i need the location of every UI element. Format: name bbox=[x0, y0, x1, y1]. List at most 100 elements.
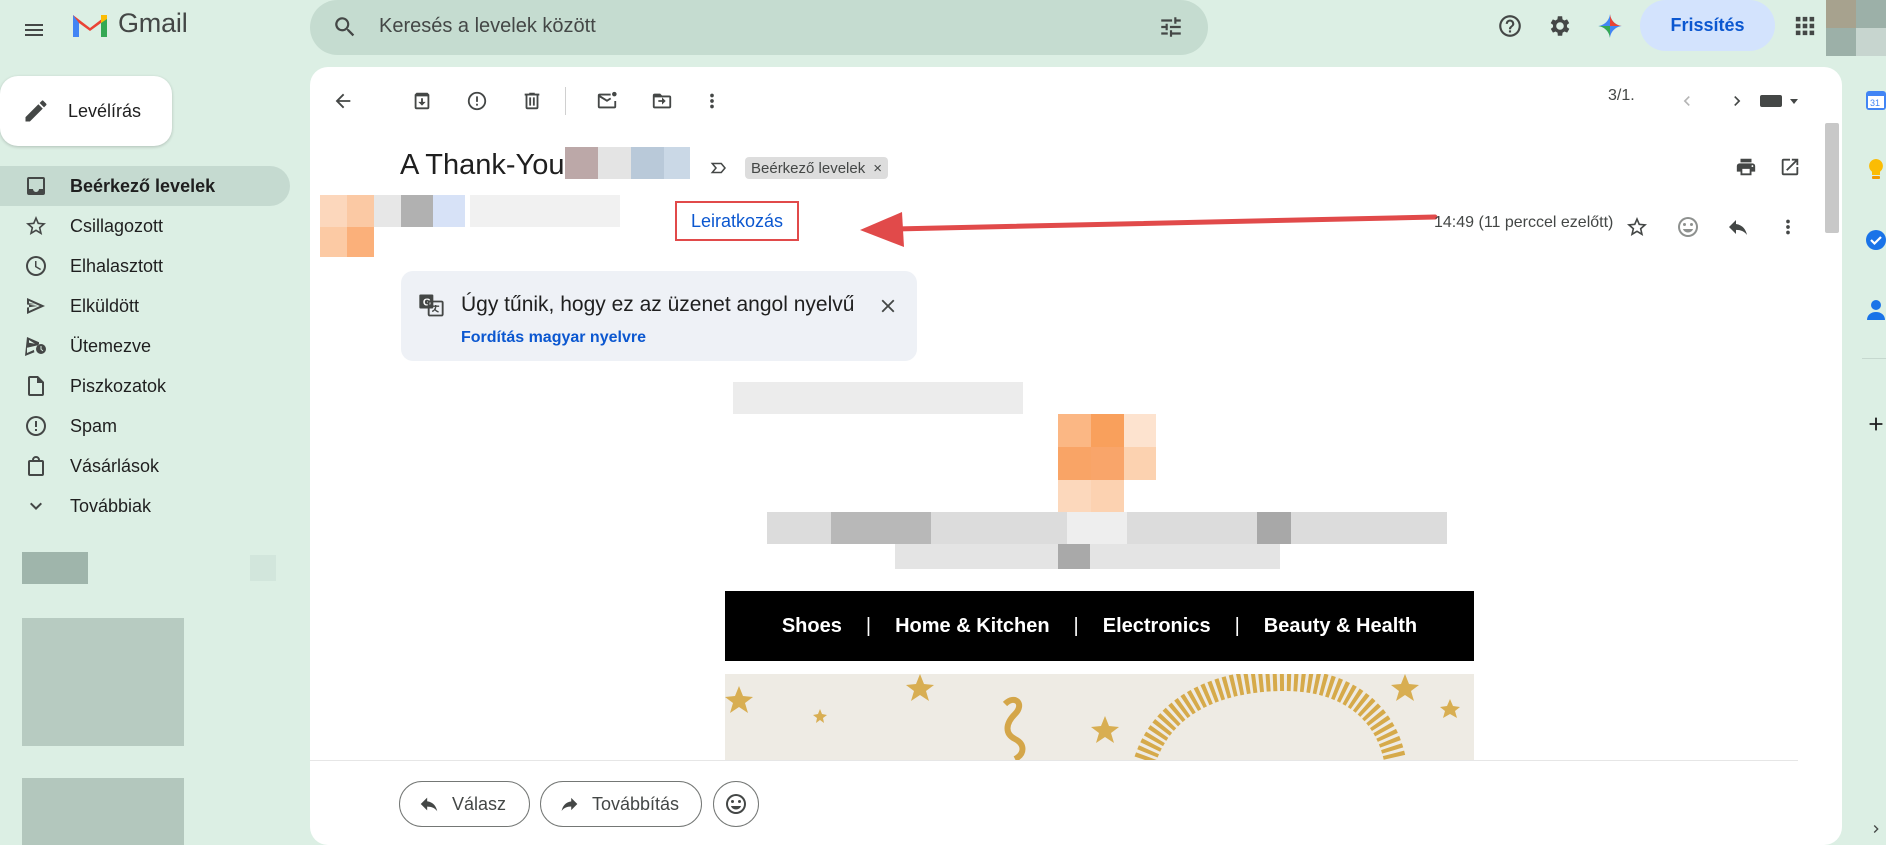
search-input[interactable]: Keresés a levelek között bbox=[379, 15, 596, 38]
avatar[interactable] bbox=[1826, 0, 1886, 56]
sidebar-item-starred[interactable]: Csillagozott bbox=[0, 206, 290, 246]
sidebar-item-label: Spam bbox=[70, 415, 118, 436]
gmail-logo[interactable]: Gmail bbox=[70, 8, 188, 39]
add-addon-icon[interactable] bbox=[1862, 410, 1886, 438]
compose-button[interactable]: Levélírás bbox=[0, 76, 172, 146]
sidebar-item-spam[interactable]: Spam bbox=[0, 406, 290, 446]
send-icon bbox=[24, 294, 48, 318]
mark-unread-icon[interactable] bbox=[587, 81, 627, 121]
search-icon[interactable] bbox=[328, 10, 362, 44]
sidebar-item-snoozed[interactable]: Elhalasztott bbox=[0, 246, 290, 286]
sidebar-item-inbox[interactable]: Beérkező levelek bbox=[0, 166, 290, 206]
rail-divider bbox=[1862, 358, 1886, 359]
print-icon[interactable] bbox=[1726, 147, 1766, 187]
unsubscribe-link[interactable]: Leiratkozás bbox=[691, 211, 783, 232]
redacted-email-header bbox=[733, 382, 1023, 414]
gold-stars-image bbox=[725, 674, 1460, 760]
message-time: 14:49 (11 perccel ezelőtt) bbox=[1434, 214, 1614, 231]
trash-icon[interactable] bbox=[512, 81, 552, 121]
category-electronics-link[interactable]: Electronics bbox=[1093, 615, 1221, 638]
translate-icon: G bbox=[417, 291, 445, 319]
gear-icon[interactable] bbox=[1540, 6, 1580, 46]
forward-label: Továbbítás bbox=[591, 793, 679, 814]
inbox-icon bbox=[24, 174, 48, 198]
search-options-icon[interactable] bbox=[1154, 10, 1188, 44]
emoji-reaction-icon[interactable] bbox=[1668, 207, 1708, 247]
expand-panel-chevron-icon[interactable] bbox=[1862, 815, 1886, 843]
category-separator: | bbox=[1234, 614, 1240, 637]
pencil-icon bbox=[25, 100, 47, 122]
redacted-label bbox=[22, 778, 184, 845]
category-separator: | bbox=[1073, 614, 1079, 637]
emoji-button[interactable] bbox=[713, 781, 759, 827]
shopping-bag-icon bbox=[24, 454, 48, 478]
redacted-label bbox=[22, 552, 88, 584]
sidebar-item-more[interactable]: Továbbiak bbox=[0, 486, 290, 526]
contacts-icon[interactable] bbox=[1862, 296, 1886, 324]
red-arrow-annotation bbox=[860, 212, 1438, 247]
label-chip-text: Beérkező levelek bbox=[751, 159, 866, 177]
smiley-icon bbox=[726, 794, 746, 814]
hamburger-icon bbox=[25, 24, 43, 36]
sidebar-item-scheduled[interactable]: Ütemezve bbox=[0, 326, 290, 366]
sidebar-item-label: Beérkező levelek bbox=[70, 175, 216, 196]
sidebar-item-drafts[interactable]: Piszkozatok bbox=[0, 366, 290, 406]
help-icon[interactable] bbox=[1490, 6, 1530, 46]
message-view: 3/1. A Thank-You, Beérkező levelek × Lei… bbox=[310, 67, 1842, 845]
app-name: Gmail bbox=[118, 8, 188, 38]
main-menu-button[interactable] bbox=[14, 10, 54, 50]
more-vert-icon[interactable] bbox=[692, 81, 732, 121]
draft-icon bbox=[24, 374, 48, 398]
report-spam-icon[interactable] bbox=[457, 81, 497, 121]
svg-text:G: G bbox=[423, 297, 431, 309]
sidebar-item-label: Továbbiak bbox=[70, 495, 152, 516]
translate-banner: G Úgy tűnik, hogy ez az üzenet angol nye… bbox=[401, 271, 917, 361]
category-beauty-health-link[interactable]: Beauty & Health bbox=[1254, 615, 1427, 638]
promo-banner-image[interactable] bbox=[725, 674, 1474, 760]
back-arrow-icon[interactable] bbox=[323, 81, 363, 121]
reply-icon[interactable] bbox=[1718, 207, 1758, 247]
unsubscribe-highlight: Leiratkozás bbox=[675, 201, 799, 241]
email-subject: A Thank-You, bbox=[400, 149, 573, 181]
remove-label-icon[interactable]: × bbox=[873, 160, 882, 177]
chevron-down-icon bbox=[24, 494, 48, 518]
message-more-icon[interactable] bbox=[1768, 207, 1808, 247]
input-tools-icon[interactable] bbox=[1750, 81, 1810, 121]
apps-grid-icon[interactable] bbox=[1785, 6, 1825, 46]
archive-icon[interactable] bbox=[402, 81, 442, 121]
sidebar-item-label: Ütemezve bbox=[70, 335, 152, 356]
redacted-name bbox=[565, 147, 690, 179]
forward-button[interactable]: Továbbítás bbox=[540, 781, 702, 827]
star-icon[interactable] bbox=[1617, 207, 1657, 247]
category-shoes-link[interactable]: Shoes bbox=[772, 615, 852, 638]
translate-message: Úgy tűnik, hogy ez az üzenet angol nyelv… bbox=[461, 293, 855, 316]
sidebar-item-label: Piszkozatok bbox=[70, 375, 167, 396]
search-bar[interactable]: Keresés a levelek között bbox=[310, 0, 1208, 55]
category-separator: | bbox=[865, 614, 872, 637]
tasks-icon[interactable] bbox=[1862, 226, 1886, 254]
sidebar-item-purchases[interactable]: Vásárlások bbox=[0, 446, 290, 486]
category-home-kitchen-link[interactable]: Home & Kitchen bbox=[885, 615, 1059, 638]
reply-arrow-icon bbox=[420, 797, 438, 812]
star-icon bbox=[24, 214, 48, 238]
gemini-sparkle-icon[interactable] bbox=[1590, 6, 1630, 46]
sidebar-item-sent[interactable]: Elküldött bbox=[0, 286, 290, 326]
keep-bulb-icon[interactable] bbox=[1862, 156, 1886, 184]
open-in-new-window-icon[interactable] bbox=[1770, 147, 1810, 187]
redacted-email-text bbox=[767, 512, 1447, 544]
translate-link[interactable]: Fordítás magyar nyelvre bbox=[461, 329, 646, 347]
newer-chevron-icon[interactable] bbox=[1667, 81, 1707, 121]
reply-button[interactable]: Válasz bbox=[399, 781, 530, 827]
redacted-sender bbox=[320, 195, 620, 257]
pager-text: 3/1. bbox=[1608, 87, 1635, 104]
calendar-day: 31 bbox=[1870, 98, 1880, 108]
important-marker-icon[interactable] bbox=[710, 159, 730, 179]
move-to-icon[interactable] bbox=[642, 81, 682, 121]
calendar-icon[interactable]: 31 bbox=[1862, 86, 1886, 114]
clock-icon bbox=[24, 254, 48, 278]
upgrade-button[interactable]: Frissítés bbox=[1640, 0, 1775, 51]
close-icon[interactable] bbox=[871, 289, 905, 323]
compose-label: Levélírás bbox=[68, 100, 142, 121]
vertical-scrollbar[interactable] bbox=[1825, 123, 1839, 233]
spam-icon bbox=[24, 414, 48, 438]
